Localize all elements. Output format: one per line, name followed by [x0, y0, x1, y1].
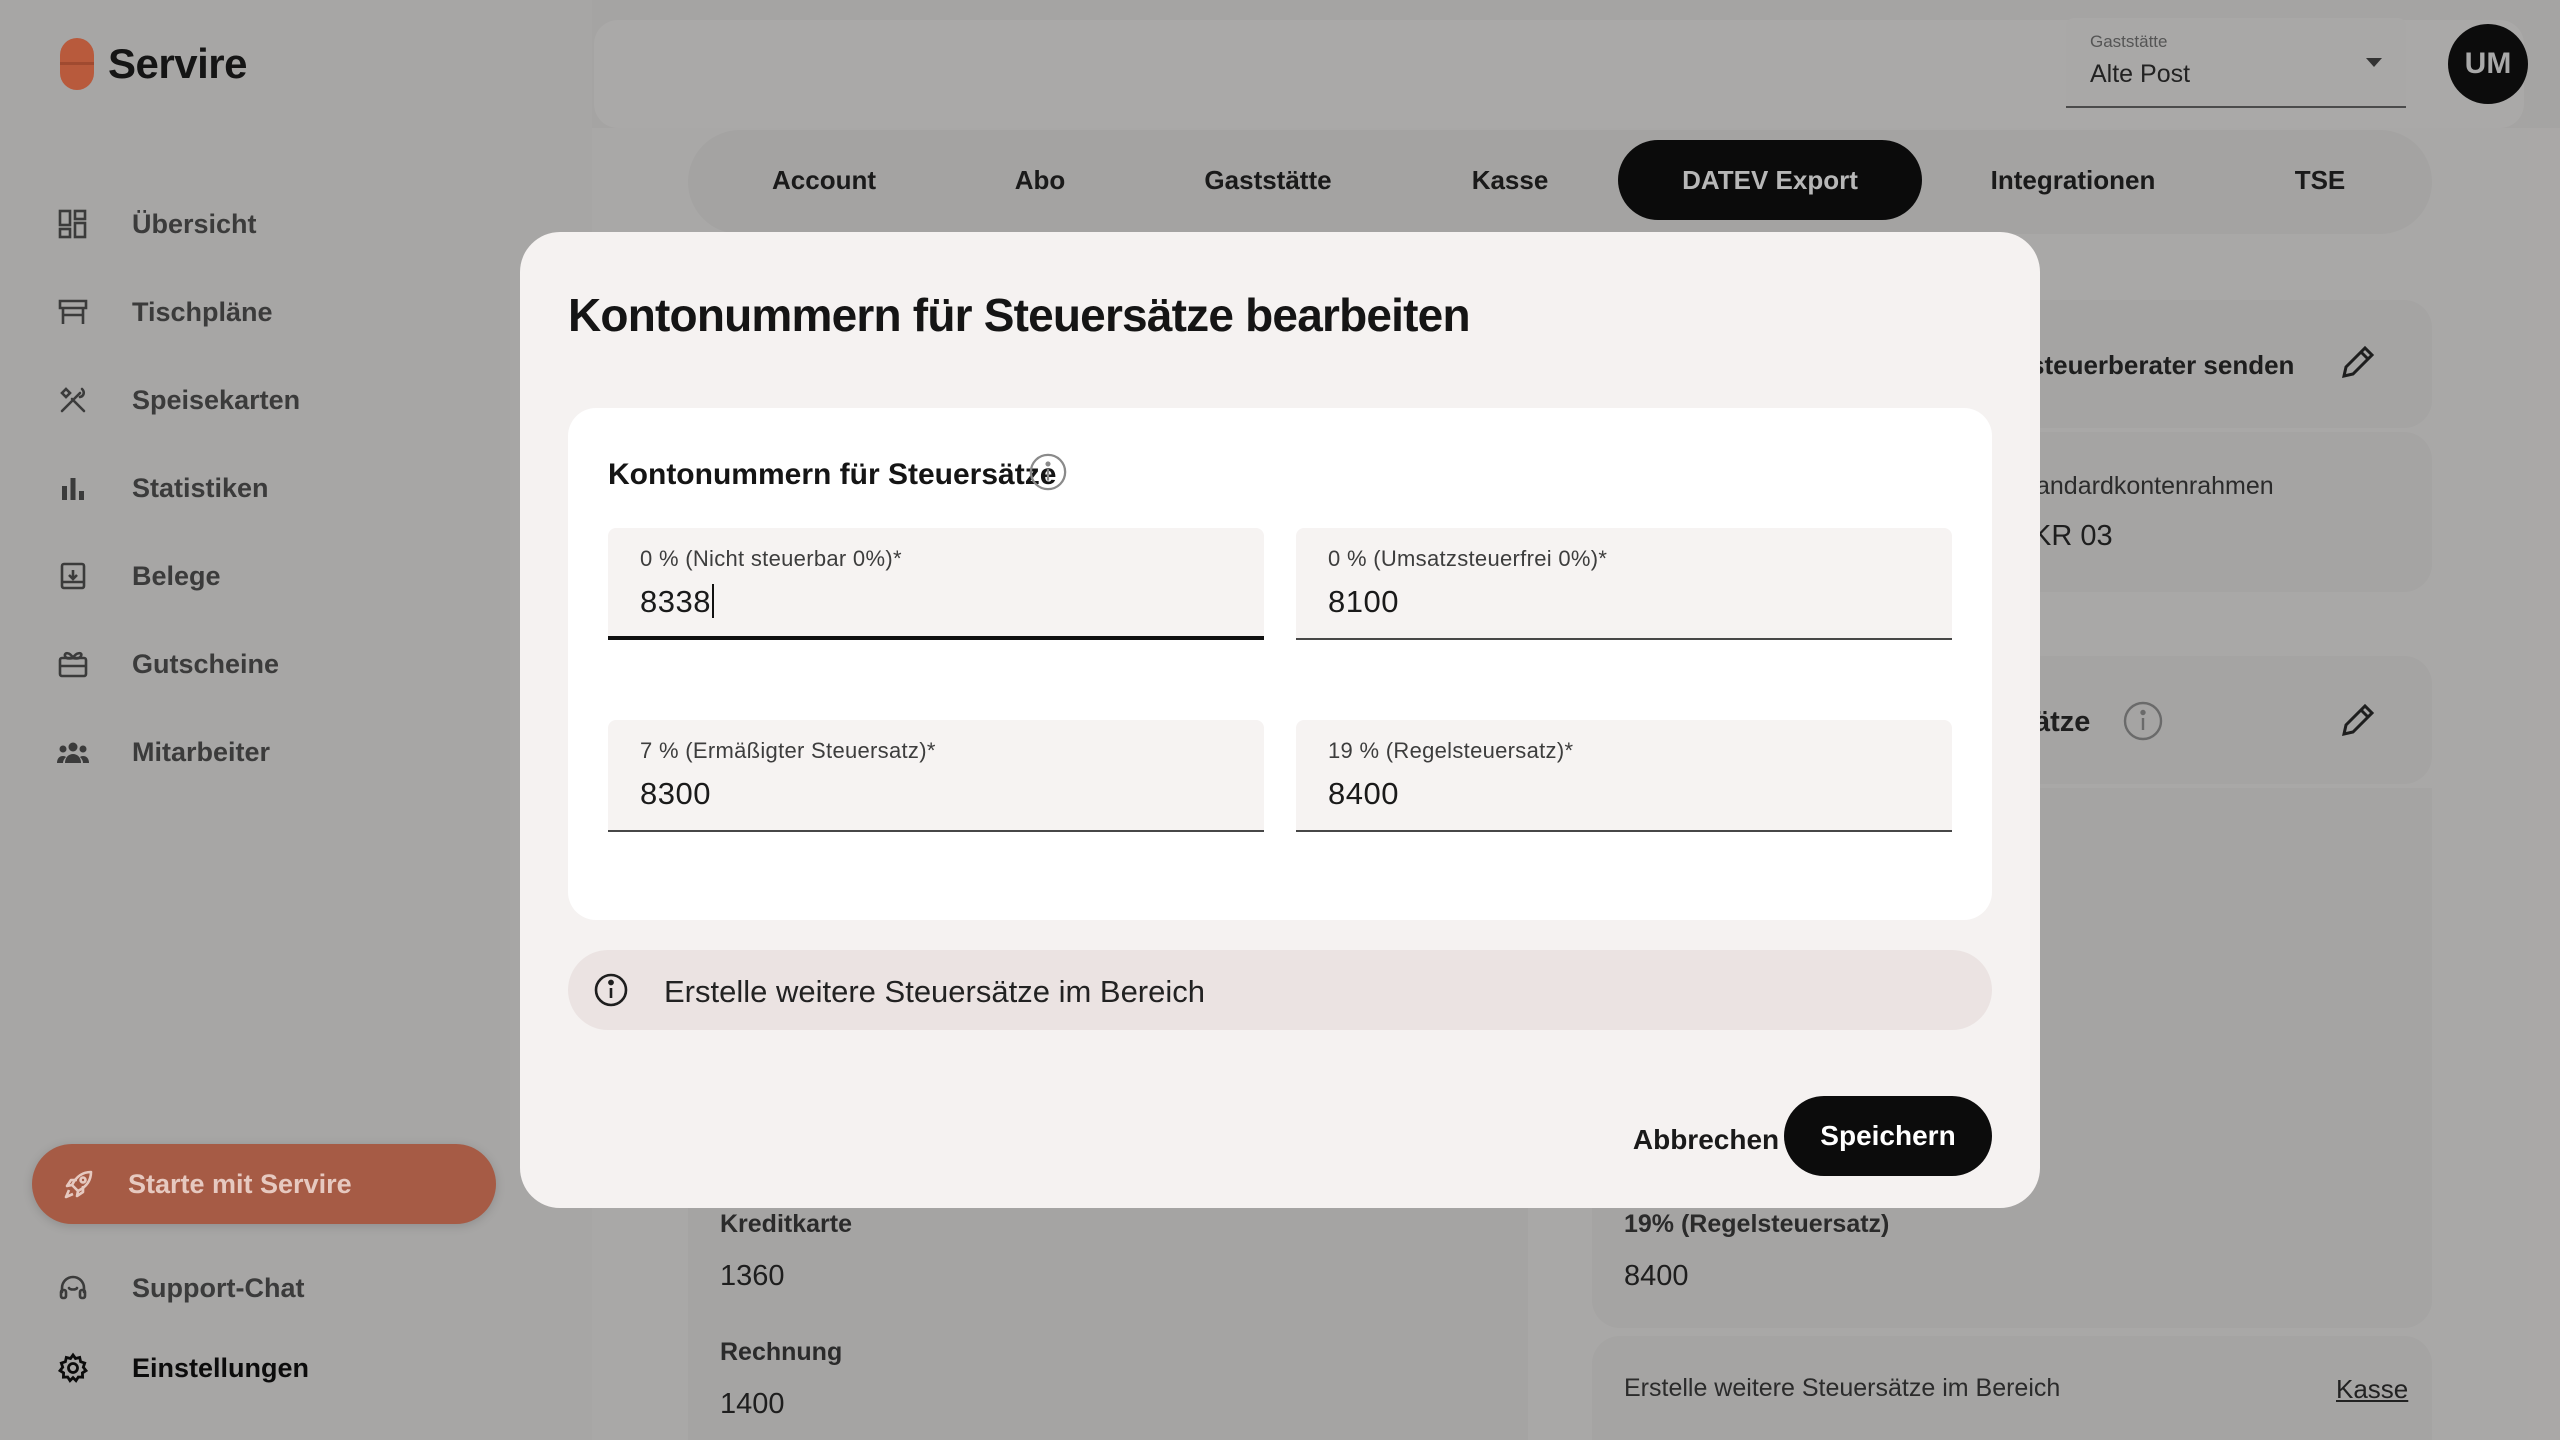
- sidebar-item-label: Gutscheine: [132, 648, 280, 679]
- table-icon: [56, 295, 90, 329]
- sidebar-item-label: Übersicht: [132, 208, 257, 239]
- bar-chart-icon: [56, 471, 90, 505]
- settings-link[interactable]: Einstellungen: [56, 1324, 309, 1412]
- edit-tax-accounts-dialog: Kontonummern für Steuersätze bearbeiten …: [520, 232, 2040, 1208]
- sidebar-item-belege[interactable]: Belege: [56, 532, 300, 620]
- send-to-advisor-label: steuerberater senden: [2030, 350, 2295, 380]
- avatar[interactable]: UM: [2448, 24, 2528, 104]
- sidebar-item-gutscheine[interactable]: Gutscheine: [56, 620, 300, 708]
- rechnung-label: Rechnung: [720, 1338, 843, 1366]
- headset-icon: [56, 1271, 90, 1305]
- save-button[interactable]: Speichern: [1784, 1096, 1992, 1176]
- steuersaetze-label: ätze: [2034, 706, 2091, 738]
- text-cursor: [711, 584, 714, 618]
- regelsteuer-label: 19% (Regelsteuersatz): [1624, 1210, 1890, 1238]
- start-servire-button[interactable]: Starte mit Servire: [32, 1144, 496, 1224]
- settings-label: Einstellungen: [132, 1352, 310, 1383]
- receipt-icon: [56, 559, 90, 593]
- field-label: 7 % (Ermäßigter Steuersatz)*: [640, 738, 936, 763]
- tab-abo[interactable]: Abo: [960, 140, 1120, 220]
- app-name: Servire: [108, 40, 247, 87]
- field-value: 8338: [640, 584, 714, 620]
- kontenrahmen-label: andardkontenrahmen: [2036, 472, 2274, 500]
- sidebar-nav: Übersicht Tischpläne Speisekarten Statis…: [56, 180, 300, 796]
- kreditkarte-value: 1360: [720, 1260, 785, 1292]
- dialog-title: Kontonummern für Steuersätze bearbeiten: [568, 289, 1471, 341]
- cancel-button[interactable]: Abbrechen: [1616, 1100, 1796, 1180]
- sidebar-item-tischplaene[interactable]: Tischpläne: [56, 268, 300, 356]
- sidebar-item-label: Tischpläne: [132, 296, 273, 327]
- pencil-icon[interactable]: [2338, 342, 2378, 387]
- info-icon: [592, 971, 630, 1009]
- tax-accounts-card: Kontonummern für Steuersätze 0 % (Nicht …: [568, 408, 1992, 920]
- support-chat-label: Support-Chat: [132, 1272, 305, 1303]
- dashboard-icon: [56, 207, 90, 241]
- tab-integrationen[interactable]: Integrationen: [1960, 140, 2186, 220]
- kreditkarte-label: Kreditkarte: [720, 1210, 852, 1238]
- sidebar-item-speisekarten[interactable]: Speisekarten: [56, 356, 300, 444]
- gear-icon: [56, 1351, 90, 1385]
- sidebar-item-label: Belege: [132, 560, 221, 591]
- notice-text: Erstelle weitere Steuersätze im Bereich: [664, 974, 1206, 1009]
- account-field-0-umsatzsteuerfrei[interactable]: 0 % (Umsatzsteuerfrei 0%)* 8100: [1296, 528, 1952, 640]
- field-label: 0 % (Nicht steuerbar 0%)*: [640, 546, 902, 571]
- field-value: 8300: [640, 776, 711, 811]
- venue-select[interactable]: Gaststätte Alte Post: [2066, 18, 2406, 108]
- sidebar-item-mitarbeiter[interactable]: Mitarbeiter: [56, 708, 300, 796]
- info-notice: Erstelle weitere Steuersätze im Bereich: [568, 950, 1992, 1030]
- venue-select-value: Alte Post: [2090, 60, 2191, 88]
- sidebar-item-label: Speisekarten: [132, 384, 301, 415]
- tab-kasse[interactable]: Kasse: [1420, 140, 1600, 220]
- kontenrahmen-value: KR 03: [2032, 520, 2113, 552]
- account-field-7-ermaessigt[interactable]: 7 % (Ermäßigter Steuersatz)* 8300: [608, 720, 1264, 832]
- rocket-icon: [62, 1167, 96, 1201]
- field-label: 19 % (Regelsteuersatz)*: [1328, 738, 1574, 763]
- info-icon[interactable]: [1028, 452, 1068, 492]
- field-label: 0 % (Umsatzsteuerfrei 0%)*: [1328, 546, 1608, 571]
- tab-datev-export[interactable]: DATEV Export: [1618, 140, 1922, 220]
- sidebar: Servire Übersicht Tischpläne Speisekarte…: [0, 0, 592, 1440]
- section-title: Kontonummern für Steuersätze: [608, 458, 1057, 491]
- info-icon[interactable]: [2122, 700, 2164, 747]
- account-field-19-regelsteuersatz[interactable]: 19 % (Regelsteuersatz)* 8400: [1296, 720, 1952, 832]
- servire-logo-icon: [60, 38, 94, 90]
- chevron-down-icon: [2366, 58, 2382, 67]
- sidebar-item-label: Statistiken: [132, 472, 269, 503]
- tab-account[interactable]: Account: [740, 140, 908, 220]
- gift-card-icon: [56, 647, 90, 681]
- sidebar-item-uebersicht[interactable]: Übersicht: [56, 180, 300, 268]
- account-field-0-nicht-steuerbar[interactable]: 0 % (Nicht steuerbar 0%)* 8338: [608, 528, 1264, 640]
- start-servire-label: Starte mit Servire: [128, 1168, 352, 1199]
- kasse-link[interactable]: Kasse: [2336, 1374, 2408, 1405]
- rechnung-value: 1400: [720, 1388, 785, 1420]
- servire-logo[interactable]: Servire: [60, 38, 247, 90]
- field-value: 8100: [1328, 584, 1399, 619]
- support-chat-link[interactable]: Support-Chat: [56, 1244, 304, 1332]
- regelsteuer-value: 8400: [1624, 1260, 1689, 1292]
- team-icon: [56, 735, 90, 769]
- field-value: 8400: [1328, 776, 1399, 811]
- sidebar-item-label: Mitarbeiter: [132, 736, 271, 767]
- tab-gaststaette[interactable]: Gaststätte: [1168, 140, 1368, 220]
- pencil-icon[interactable]: [2338, 700, 2378, 745]
- steuersaetze-hint-text: Erstelle weitere Steuersätze im Bereich: [1624, 1374, 2061, 1402]
- venue-select-caption: Gaststätte: [2090, 32, 2168, 51]
- cutlery-icon: [56, 383, 90, 417]
- sidebar-item-statistiken[interactable]: Statistiken: [56, 444, 300, 532]
- tab-tse[interactable]: TSE: [2230, 140, 2410, 220]
